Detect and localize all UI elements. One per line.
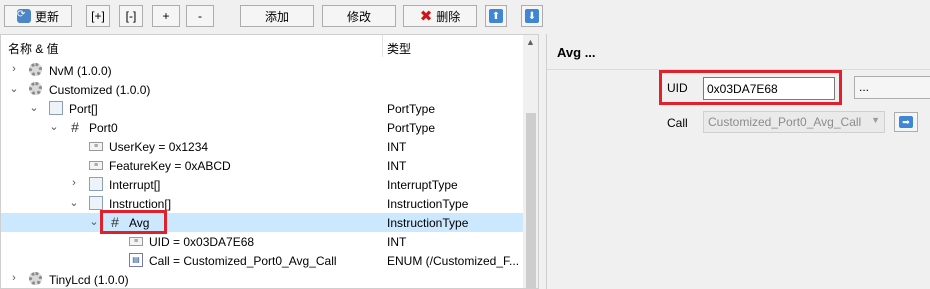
tree-header: 名称 & 值 类型 [1, 35, 538, 59]
tree-row-interrupt-list[interactable]: › Interrupt[] InterruptType [1, 175, 523, 194]
chevron-down-icon[interactable]: ⌄ [68, 196, 80, 209]
refresh-button[interactable]: ⟳ 更新 [4, 5, 72, 27]
tree-row-label: FeatureKey = 0xABCD [109, 159, 231, 173]
tree-row-instruction-list[interactable]: ⌄ Instruction[] InstructionType [1, 194, 523, 213]
chevron-down-icon[interactable]: ⌄ [28, 101, 40, 114]
gear-icon [29, 82, 42, 95]
tree-row-call[interactable]: ▤ Call = Customized_Port0_Avg_Call ENUM … [1, 251, 523, 270]
refresh-icon: ⟳ [16, 9, 31, 23]
edit-label: 修改 [346, 9, 371, 24]
chevron-right-icon[interactable]: › [68, 177, 80, 189]
type-column-header[interactable]: 类型 [387, 40, 411, 57]
tree-row-label: Customized (1.0.0) [49, 83, 151, 97]
call-select-value: Customized_Port0_Avg_Call [708, 115, 862, 129]
expand-label: + [162, 9, 170, 23]
browse-label: ... [859, 80, 870, 94]
chevron-right-icon[interactable]: › [8, 63, 20, 75]
tree-row-label: UserKey = 0x1234 [109, 140, 209, 154]
name-value-column-header[interactable]: 名称 & 值 [8, 40, 59, 57]
tree-row-label: TinyLcd (1.0.0) [49, 273, 129, 287]
tree-row-tinylcd[interactable]: › TinyLcd (1.0.0) [1, 270, 523, 288]
scroll-up-icon[interactable]: ▲ [523, 37, 538, 51]
uid-browse-button[interactable]: ... [854, 76, 930, 99]
box-icon [89, 196, 103, 210]
hash-icon: # [71, 119, 79, 135]
detail-header: Avg ... [547, 34, 930, 70]
uid-highlight-box [659, 70, 842, 105]
chevron-down-icon[interactable]: ⌄ [88, 215, 100, 228]
collapse-button[interactable]: - [186, 5, 214, 27]
tree-row-type: PortType [387, 121, 436, 135]
box-icon [49, 101, 63, 115]
tree-row-type: INT [387, 159, 407, 173]
tree-row-type: InstructionType [387, 197, 469, 211]
key-value-icon: ≡ [89, 142, 103, 151]
call-select[interactable]: Customized_Port0_Avg_Call ▼ [703, 111, 885, 133]
tree-row-nvm[interactable]: › NvM (1.0.0) [1, 61, 523, 80]
expand-all-button[interactable]: [+] [86, 5, 110, 27]
tree-row-label: NvM (1.0.0) [49, 64, 112, 78]
move-up-button[interactable]: ⬆ [485, 5, 507, 27]
tree-row-type: InterruptType [387, 178, 458, 192]
tree-row-label: Call = Customized_Port0_Avg_Call [149, 254, 337, 268]
collapse-all-label: [-] [125, 9, 137, 23]
box-icon [89, 177, 103, 191]
tree-row-customized[interactable]: ⌄ Customized (1.0.0) [1, 80, 523, 99]
add-button[interactable]: 添加 [240, 5, 314, 27]
toolbar: ⟳ 更新 [+] [-] + - 添加 修改 ✖ 删除 ⬆ ⬇ [0, 0, 930, 34]
chevron-down-icon[interactable]: ⌄ [8, 82, 20, 95]
tree-row-featurekey[interactable]: ≡ FeatureKey = 0xABCD INT [1, 156, 523, 175]
tree-row-label: Port[] [69, 102, 98, 116]
tree-row-label: Port0 [89, 121, 118, 135]
key-value-icon: ≡ [129, 237, 143, 246]
tree-row-userkey[interactable]: ≡ UserKey = 0x1234 INT [1, 137, 523, 156]
tree-row-avg[interactable]: ⌄ # Avg InstructionType [1, 213, 523, 232]
right-arrow-icon: ➡ [899, 116, 913, 128]
column-divider[interactable] [382, 35, 383, 57]
scrollbar-thumb[interactable] [526, 113, 536, 288]
tree-row-type: INT [387, 140, 407, 154]
tree-row-label: UID = 0x03DA7E68 [149, 235, 255, 249]
collapse-label: - [198, 9, 202, 23]
up-arrow-icon: ⬆ [489, 9, 503, 23]
chevron-right-icon[interactable]: › [8, 272, 20, 284]
tree-row-type: INT [387, 235, 407, 249]
delete-button[interactable]: ✖ 删除 [403, 5, 477, 27]
detail-panel: Avg ... UID ... Call Customized_Port0_Av… [546, 34, 930, 289]
expand-button[interactable]: + [152, 5, 180, 27]
refresh-label: 更新 [34, 9, 59, 24]
edit-button[interactable]: 修改 [322, 5, 396, 27]
collapse-all-button[interactable]: [-] [119, 5, 143, 27]
tree-row-type: ENUM (/Customized_F... [387, 254, 520, 268]
tree-row-label: Instruction[] [109, 197, 172, 211]
expand-all-label: [+] [91, 9, 105, 23]
config-tree: 名称 & 值 类型 › NvM (1.0.0) ⌄ Customized (1.… [0, 34, 539, 289]
avg-highlight-box [100, 210, 167, 234]
tree-row-port-list[interactable]: ⌄ Port[] PortType [1, 99, 523, 118]
tree-scrollbar[interactable]: ▲ [523, 35, 538, 288]
down-arrow-icon: ⬇ [525, 9, 539, 23]
tree-row-label: Interrupt[] [109, 178, 161, 192]
tree-row-type: PortType [387, 102, 436, 116]
add-label: 添加 [264, 9, 289, 24]
delete-label: 删除 [436, 9, 461, 24]
call-label: Call [667, 116, 688, 130]
detail-title: Avg ... [557, 45, 596, 60]
chevron-down-icon: ▼ [871, 115, 880, 125]
tree-row-type: InstructionType [387, 216, 469, 230]
tree-row-uid[interactable]: ≡ UID = 0x03DA7E68 INT [1, 232, 523, 251]
goto-call-button[interactable]: ➡ [894, 112, 918, 132]
gear-icon [29, 63, 42, 76]
gear-icon [29, 272, 42, 285]
enum-icon: ▤ [129, 253, 143, 267]
tree-row-port0[interactable]: ⌄ # Port0 PortType [1, 118, 523, 137]
chevron-down-icon[interactable]: ⌄ [48, 120, 60, 133]
delete-x-icon: ✖ [419, 8, 433, 25]
move-down-button[interactable]: ⬇ [521, 5, 543, 27]
key-value-icon: ≡ [89, 161, 103, 170]
